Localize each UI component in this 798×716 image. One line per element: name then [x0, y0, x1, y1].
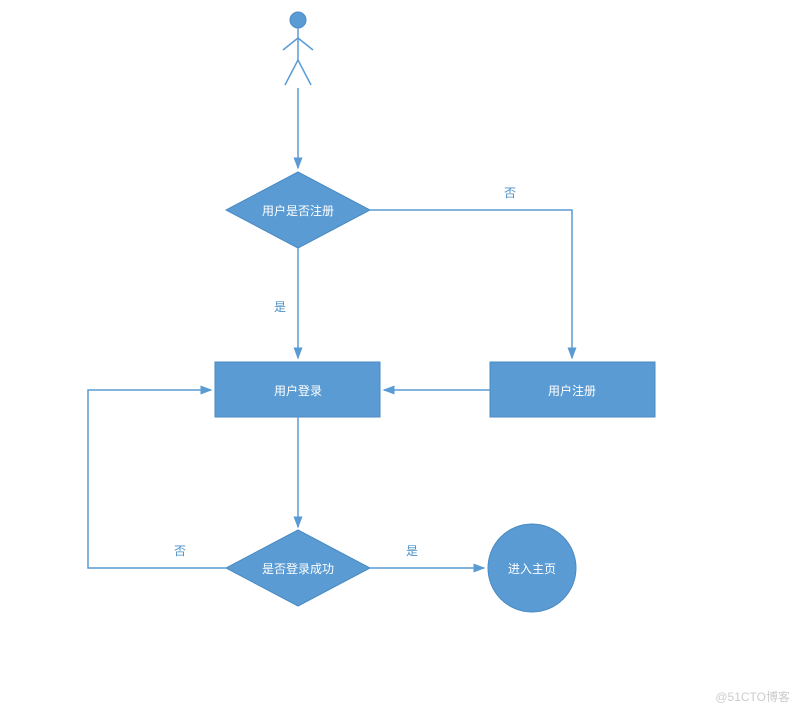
- arrow-decision2-yes: 是: [370, 544, 484, 568]
- edge-label-no-1: 否: [504, 186, 516, 200]
- arrow-decision1-no: 否: [370, 186, 572, 358]
- process-register-label: 用户注册: [548, 383, 596, 398]
- decision-registered: 用户是否注册: [226, 172, 370, 248]
- arrow-decision2-no: 否: [88, 390, 226, 568]
- process-login-label: 用户登录: [274, 383, 322, 398]
- terminal-enter-main: 进入主页: [488, 524, 576, 612]
- terminal-enter-main-label: 进入主页: [508, 562, 556, 576]
- edge-label-no-2: 否: [174, 544, 186, 558]
- edge-label-yes-2: 是: [406, 544, 418, 558]
- decision-login-success-label: 是否登录成功: [262, 561, 334, 576]
- decision-registered-label: 用户是否注册: [262, 203, 334, 218]
- watermark-text: @51CTO博客: [715, 688, 790, 705]
- actor-icon: [283, 12, 313, 85]
- flowchart-diagram: 用户是否注册 否 是 用户登录 用户注册 是否登录成功 否 是 进入: [0, 0, 798, 711]
- arrow-decision1-yes: 是: [274, 248, 298, 358]
- process-login: 用户登录: [215, 362, 380, 417]
- decision-login-success: 是否登录成功: [226, 530, 370, 606]
- edge-label-yes-1: 是: [274, 300, 286, 314]
- process-register: 用户注册: [490, 362, 655, 417]
